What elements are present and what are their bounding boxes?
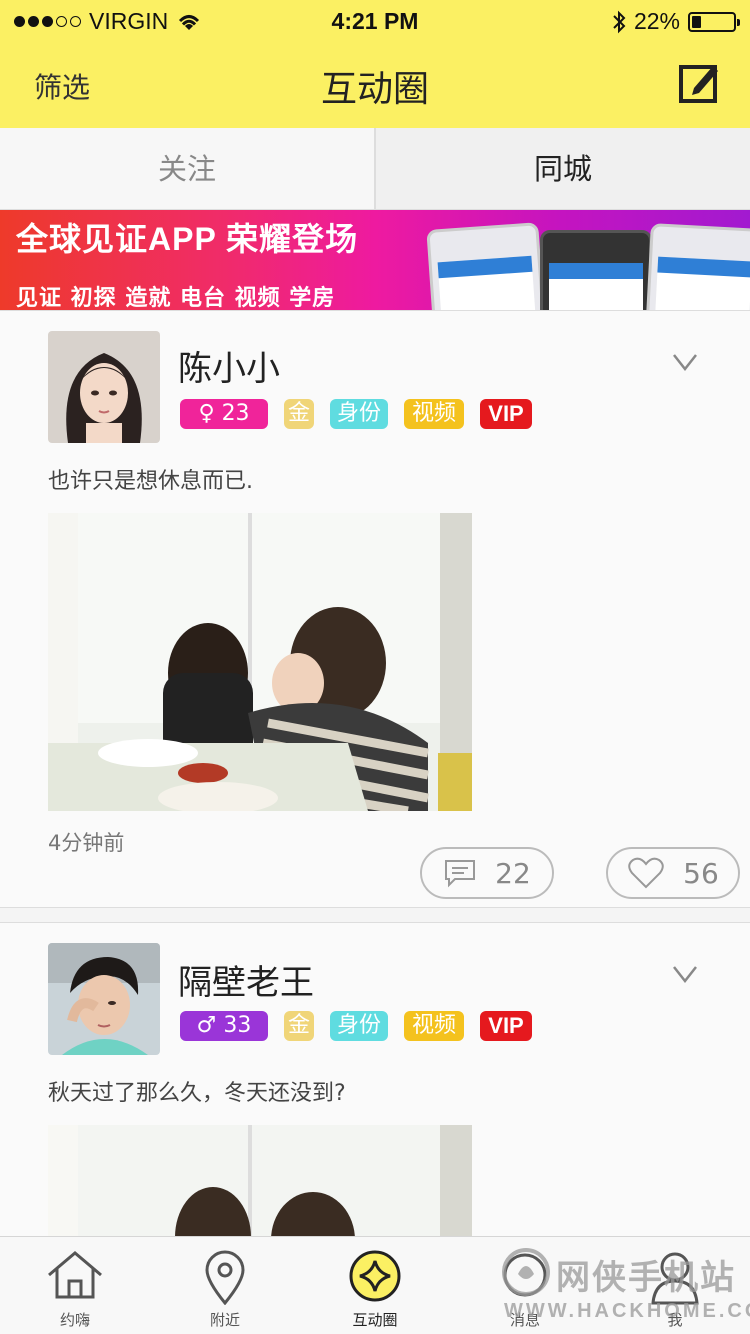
segment-tabs: 关注 同城 [0, 128, 750, 210]
gender-age-badge: ♀ 23 [180, 399, 268, 429]
comment-count: 22 [495, 856, 531, 890]
vip-badge: VIP [480, 399, 532, 429]
tab-yuehai[interactable]: 约嗨 [0, 1237, 150, 1334]
phone-image [540, 230, 652, 310]
photo-image [48, 513, 472, 811]
gold-badge: 金 [284, 1011, 314, 1041]
feed-post: 陈小小 ♀ 23 金 身份 视频 VIP 也许只是想休息而已. 4分钟前 22 … [0, 310, 750, 908]
comment-button[interactable]: 22 [420, 847, 554, 899]
page-title: 互动圈 [320, 69, 429, 110]
avatar-image [48, 943, 160, 1055]
identity-badge: 身份 [330, 399, 388, 429]
banner-headline: 全球见证APP 荣耀登场 [16, 221, 359, 257]
watermark: 网侠手机站 WWW.HACKHOME.COM [496, 1240, 750, 1334]
female-icon: ♀ [198, 401, 215, 426]
status-bar: VIRGIN 4:21 PM 22% [0, 0, 750, 40]
user-badges: ♀ 23 金 身份 视频 VIP [180, 399, 532, 429]
tab-label: 互动圈 [352, 1311, 398, 1329]
battery-fill [692, 15, 701, 28]
post-text: 秋天过了那么久，冬天还没到? [48, 1081, 346, 1106]
interaction-circle-icon [349, 1250, 401, 1302]
vip-badge: VIP [480, 1011, 532, 1041]
tab-interaction-circle[interactable]: 互动圈 [300, 1237, 450, 1334]
phone-image [645, 223, 750, 310]
video-badge: 视频 [404, 1011, 464, 1041]
bluetooth-icon [613, 10, 626, 33]
video-badge: 视频 [404, 399, 464, 429]
gender-age-badge: ♂ 33 [180, 1011, 268, 1041]
male-icon: ♂ [196, 1013, 217, 1038]
age-value: 33 [223, 1013, 252, 1038]
watermark-url: WWW.HACKHOME.COM [504, 1300, 750, 1322]
heart-icon [628, 857, 664, 889]
chevron-down-icon[interactable] [672, 965, 698, 983]
nav-bar: 筛选 互动圈 [0, 40, 750, 128]
compose-icon[interactable] [678, 62, 720, 104]
tab-nearby[interactable]: 附近 [150, 1237, 300, 1334]
chevron-down-icon[interactable] [672, 353, 698, 371]
battery-icon [688, 11, 740, 32]
post-photo[interactable] [48, 513, 472, 811]
watermark-logo-icon [502, 1248, 550, 1296]
banner-tagline: 见证 初探 造就 电台 视频 学房 [16, 286, 336, 310]
tab-following[interactable]: 关注 [0, 128, 374, 209]
tab-label: 约嗨 [59, 1311, 90, 1329]
like-count: 56 [683, 856, 719, 890]
username[interactable]: 隔壁老王 [178, 955, 314, 1004]
watermark-name: 网侠手机站 [556, 1258, 736, 1298]
tab-same-city[interactable]: 同城 [376, 128, 750, 209]
avatar[interactable] [48, 331, 160, 443]
promo-banner[interactable]: 全球见证APP 荣耀登场 见证 初探 造就 电台 视频 学房 [0, 210, 750, 310]
age-value: 23 [221, 401, 250, 426]
battery-percent: 22% [633, 8, 680, 34]
avatar[interactable] [48, 943, 160, 1055]
status-right: 22% [612, 8, 740, 35]
tab-label: 附近 [209, 1311, 240, 1329]
gold-badge: 金 [284, 399, 314, 429]
home-icon [48, 1251, 102, 1299]
post-time: 4分钟前 [48, 831, 125, 855]
username[interactable]: 陈小小 [178, 341, 280, 390]
user-badges: ♂ 33 金 身份 视频 VIP [180, 1011, 532, 1041]
location-pin-icon [205, 1250, 245, 1305]
like-button[interactable]: 56 [606, 847, 740, 899]
feed-post: 隔壁老王 ♂ 33 金 身份 视频 VIP 秋天过了那么久，冬天还没到? [0, 922, 750, 1265]
phone-image [426, 222, 546, 310]
avatar-image [48, 331, 160, 443]
post-text: 也许只是想休息而已. [48, 469, 253, 494]
comment-icon [445, 860, 476, 888]
identity-badge: 身份 [330, 1011, 388, 1041]
